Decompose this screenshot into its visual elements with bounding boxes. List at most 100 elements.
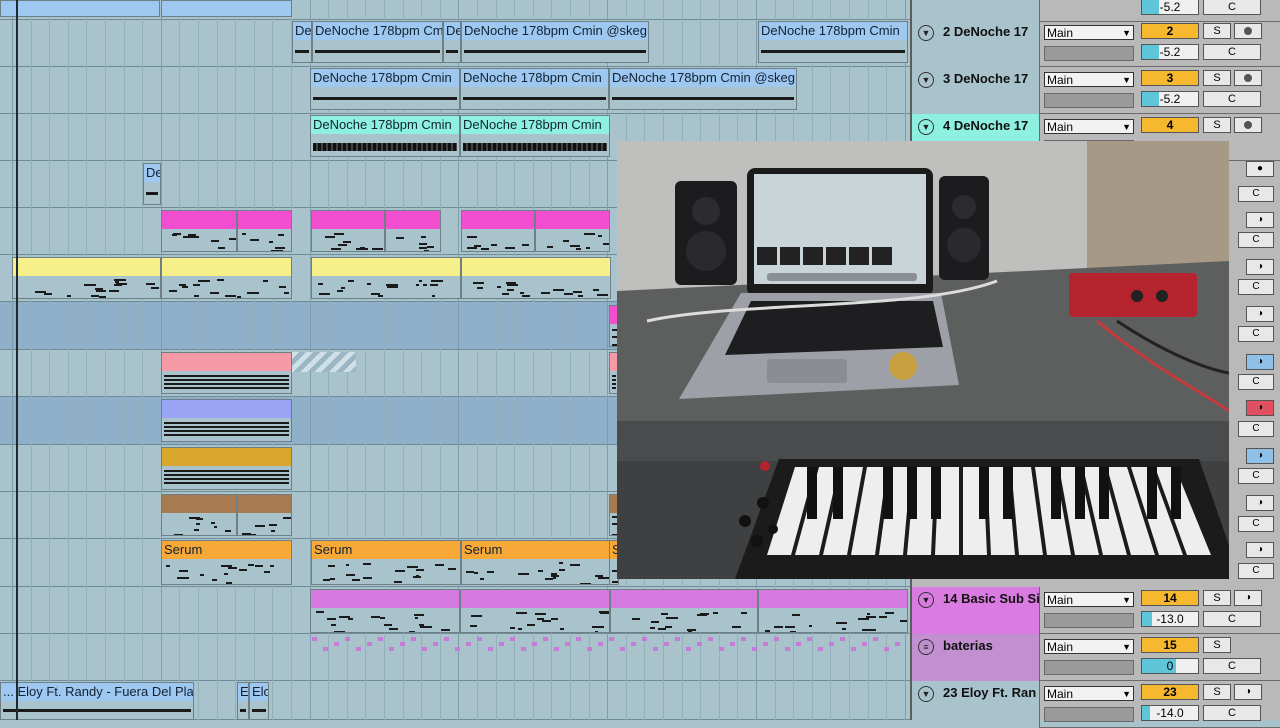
clip[interactable]: De xyxy=(292,21,312,63)
pan-control[interactable]: C xyxy=(1203,705,1261,721)
pan-control[interactable]: C xyxy=(1238,563,1274,579)
pan-control[interactable]: C xyxy=(1238,421,1274,437)
solo-button[interactable]: S xyxy=(1203,70,1231,86)
fold-toggle-icon[interactable]: ▼ xyxy=(918,119,934,135)
clip[interactable] xyxy=(310,589,460,633)
pan-control[interactable]: C xyxy=(1203,611,1261,627)
track-lane[interactable] xyxy=(0,634,910,681)
output-routing-select[interactable]: Main ▼ xyxy=(1044,639,1134,654)
clip[interactable]: DeNoche 178bpm Cmin xyxy=(310,115,460,157)
clip[interactable]: Serum xyxy=(311,540,461,585)
pan-control[interactable]: C xyxy=(1203,0,1261,15)
monitor-ear-icon[interactable]: ◑ xyxy=(1246,542,1274,558)
track-name-cell[interactable]: ≡ baterias xyxy=(912,634,1040,681)
clip[interactable]: Serum xyxy=(461,540,611,585)
clip[interactable] xyxy=(161,399,292,442)
group-icon[interactable]: ≡ xyxy=(918,639,934,655)
clip[interactable] xyxy=(758,589,908,633)
monitor-ear-icon[interactable]: ◑ xyxy=(1246,212,1274,228)
monitor-ear-icon[interactable]: ◑ xyxy=(1234,590,1262,606)
clip[interactable] xyxy=(460,589,610,633)
record-dot-icon[interactable]: ● xyxy=(1246,161,1274,177)
track-volume[interactable]: -5.2 xyxy=(1141,91,1199,107)
monitor-ear-icon[interactable]: ◑ xyxy=(1246,354,1274,370)
clip[interactable]: Elo xyxy=(249,682,269,720)
clip[interactable] xyxy=(385,210,441,252)
clip[interactable] xyxy=(161,494,237,536)
clip[interactable] xyxy=(161,210,237,252)
clip[interactable] xyxy=(237,494,292,536)
track-volume[interactable]: -5.2 xyxy=(1141,44,1199,60)
track-activator[interactable]: 15 xyxy=(1141,637,1199,653)
clip[interactable] xyxy=(461,257,611,299)
clip[interactable] xyxy=(161,0,292,17)
monitor-ear-icon[interactable]: ◑ xyxy=(1246,400,1274,416)
pan-control[interactable]: C xyxy=(1203,658,1261,674)
fold-toggle-icon[interactable]: ▼ xyxy=(918,72,934,88)
clip[interactable] xyxy=(12,257,161,299)
fold-toggle-icon[interactable]: ▼ xyxy=(918,592,934,608)
arm-record-button[interactable] xyxy=(1234,23,1262,39)
track-volume[interactable]: -13.0 xyxy=(1141,611,1199,627)
monitor-ear-icon[interactable]: ◑ xyxy=(1246,259,1274,275)
track-header[interactable]: ▼ 14 Basic Sub Si Main ▼ 14 -13.0 S C ◑ xyxy=(912,587,1280,634)
output-routing-select[interactable]: Main ▼ xyxy=(1044,72,1134,87)
output-routing-select[interactable]: Main ▼ xyxy=(1044,119,1134,134)
track-activator[interactable]: 14 xyxy=(1141,590,1199,606)
pan-control[interactable]: C xyxy=(1238,186,1274,202)
routing-sub-select[interactable] xyxy=(1044,613,1134,628)
clip-stretch-region[interactable] xyxy=(292,352,356,372)
track-name-cell[interactable]: ▼ 14 Basic Sub Si xyxy=(912,587,1040,634)
track-volume[interactable]: -14.0 xyxy=(1141,705,1199,721)
pan-control[interactable]: C xyxy=(1203,91,1261,107)
pan-control[interactable]: C xyxy=(1203,44,1261,60)
clip[interactable]: E xyxy=(237,682,249,720)
clip[interactable]: DeNoche 178bpm Cmin @skeg xyxy=(461,21,649,63)
pan-control[interactable]: C xyxy=(1238,516,1274,532)
track-header[interactable]: ▼ 23 Eloy Ft. Ran Main ▼ 23 -14.0 S C ◑ xyxy=(912,681,1280,728)
routing-sub-select[interactable] xyxy=(1044,46,1134,61)
pan-control[interactable]: C xyxy=(1238,374,1274,390)
monitor-ear-icon[interactable]: ◑ xyxy=(1234,684,1262,700)
fold-toggle-icon[interactable]: ▼ xyxy=(918,686,934,702)
routing-sub-select[interactable] xyxy=(1044,93,1134,108)
output-routing-select[interactable]: Main ▼ xyxy=(1044,686,1134,701)
clip[interactable]: DeNoche 178bpm Cmin @skeg xyxy=(609,68,797,110)
clip[interactable]: ... Eloy Ft. Randy - Fuera Del Pla xyxy=(0,682,194,720)
clip[interactable]: DeNoche 178bpm Cmin xyxy=(310,68,460,110)
arm-record-button[interactable] xyxy=(1234,70,1262,86)
solo-button[interactable]: S xyxy=(1203,684,1231,700)
solo-button[interactable]: S xyxy=(1203,637,1231,653)
clip[interactable] xyxy=(237,210,292,252)
clip[interactable] xyxy=(311,257,461,299)
clip[interactable] xyxy=(161,352,292,394)
output-routing-select[interactable]: Main ▼ xyxy=(1044,25,1134,40)
routing-sub-select[interactable] xyxy=(1044,660,1134,675)
track-activator[interactable]: 23 xyxy=(1141,684,1199,700)
solo-button[interactable]: S xyxy=(1203,117,1231,133)
track-activator[interactable]: 2 xyxy=(1141,23,1199,39)
playhead[interactable] xyxy=(16,0,18,720)
clip[interactable]: De xyxy=(443,21,461,63)
solo-button[interactable]: S xyxy=(1203,23,1231,39)
pan-control[interactable]: C xyxy=(1238,326,1274,342)
monitor-ear-icon[interactable]: ◑ xyxy=(1246,306,1274,322)
monitor-ear-icon[interactable]: ◑ xyxy=(1246,448,1274,464)
clip[interactable] xyxy=(0,0,160,17)
clip[interactable]: DeNoche 178bpm Cmin xyxy=(758,21,908,63)
clip[interactable] xyxy=(161,447,292,490)
clip[interactable]: DeNoche 178bpm Cmi xyxy=(312,21,443,63)
arm-record-button[interactable] xyxy=(1234,117,1262,133)
clip[interactable] xyxy=(535,210,610,252)
pan-control[interactable]: C xyxy=(1238,468,1274,484)
fold-toggle-icon[interactable]: ▼ xyxy=(918,25,934,41)
solo-button[interactable]: S xyxy=(1203,590,1231,606)
clip[interactable]: DeNoche 178bpm Cmin xyxy=(460,115,610,157)
track-activator[interactable]: 4 xyxy=(1141,117,1199,133)
clip[interactable]: DeNoche 178bpm Cmin xyxy=(460,68,609,110)
track-header[interactable]: ▼▼-5.2C xyxy=(912,0,1280,22)
track-name-cell[interactable]: ▼ 23 Eloy Ft. Ran xyxy=(912,681,1040,728)
pan-control[interactable]: C xyxy=(1238,279,1274,295)
clip[interactable]: Serum xyxy=(161,540,292,585)
clip[interactable] xyxy=(461,210,535,252)
